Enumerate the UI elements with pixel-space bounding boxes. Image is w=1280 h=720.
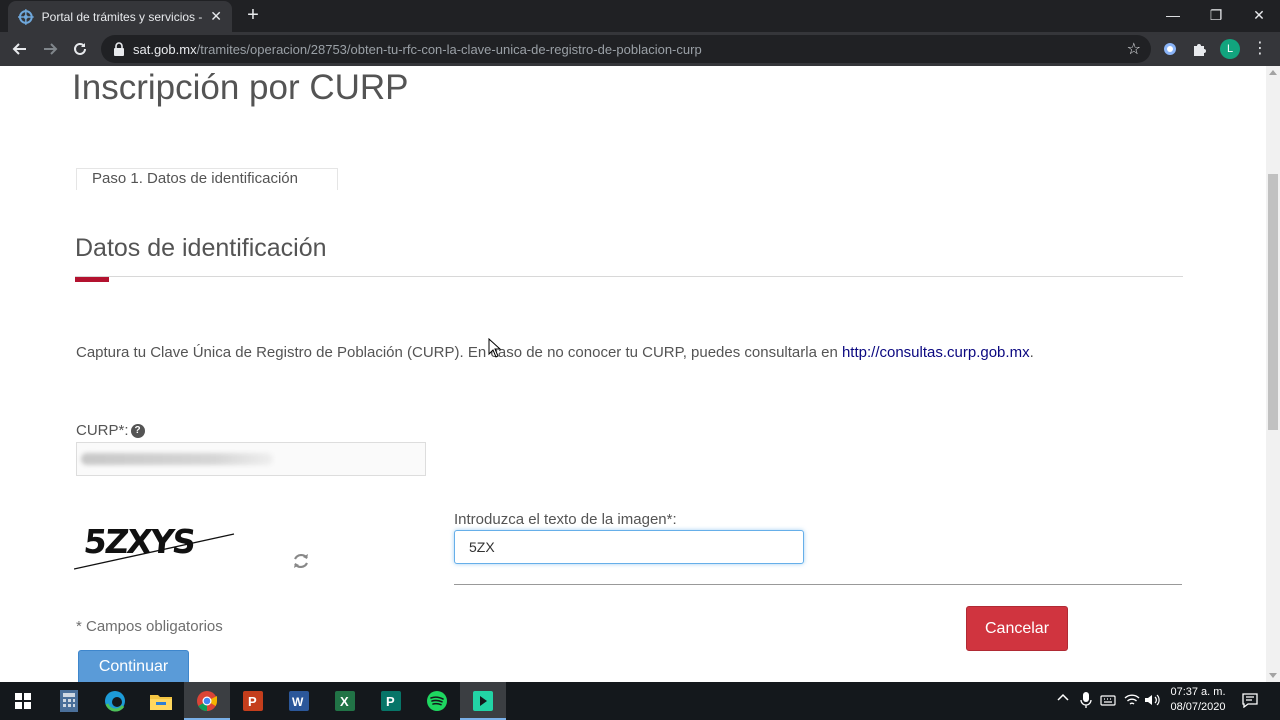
url-text: sat.gob.mx/tramites/operacion/28753/obte… [133, 42, 702, 57]
word-icon: W [289, 691, 309, 711]
captcha-refresh-icon[interactable] [290, 550, 312, 572]
windows-taskbar: P W X P 07:37 a. m. 08/07/2020 [0, 682, 1280, 720]
start-button[interactable] [0, 682, 46, 720]
svg-text:P: P [386, 694, 395, 709]
puzzle-icon [1194, 44, 1206, 56]
forward-button[interactable] [38, 37, 62, 61]
tab-title: Portal de trámites y servicios - SAT [41, 9, 203, 24]
section-title: Datos de identificación [75, 234, 327, 262]
help-icon[interactable]: ? [130, 423, 145, 438]
curp-label: CURP*: ? [76, 422, 145, 439]
captcha-strike-line [74, 533, 235, 570]
page-title: Inscripción por CURP [72, 68, 409, 107]
taskbar-excel[interactable]: X [322, 682, 368, 720]
clock-date: 08/07/2020 [1170, 701, 1226, 713]
clock-time: 07:37 a. m. [1170, 686, 1226, 698]
windows-logo-icon [15, 693, 31, 709]
lock-icon [114, 42, 124, 56]
scroll-down-arrow-icon[interactable] [1269, 673, 1277, 678]
intro-body: Captura tu Clave Única de Registro de Po… [76, 344, 842, 361]
tab-close-icon[interactable]: ✕ [208, 8, 224, 25]
intro-end: . [1029, 344, 1034, 361]
browser-tab-strip: Portal de trámites y servicios - SAT ✕ +… [0, 0, 1280, 32]
section-divider [75, 276, 1183, 277]
extension-button[interactable] [1160, 39, 1180, 59]
curp-lookup-link[interactable]: http://consultas.curp.gob.mx [842, 344, 1030, 361]
tray-notifications-icon[interactable] [1242, 692, 1258, 711]
sat-favicon-icon [18, 8, 34, 25]
app-icon [473, 691, 493, 711]
microphone-icon [1080, 692, 1092, 708]
taskbar-word[interactable]: W [276, 682, 322, 720]
browser-tab[interactable]: Portal de trámites y servicios - SAT ✕ [8, 1, 232, 32]
mouse-cursor-icon [488, 338, 501, 358]
profile-avatar[interactable]: L [1220, 39, 1240, 59]
tray-input-method-icon[interactable] [1100, 692, 1116, 711]
close-window-button[interactable]: ✕ [1237, 0, 1280, 30]
captcha-image: 5ZXYS [74, 516, 236, 572]
excel-icon: X [335, 691, 355, 711]
tray-chevron-up-icon[interactable] [1057, 692, 1069, 707]
spotify-icon [427, 691, 447, 711]
reload-button[interactable] [68, 37, 92, 61]
curp-redacted-value [81, 453, 273, 465]
tray-volume-icon[interactable] [1144, 692, 1160, 711]
taskbar-file-explorer[interactable] [138, 682, 184, 720]
notification-icon [1242, 693, 1258, 709]
file-explorer-icon [150, 695, 172, 710]
url-host: sat.gob.mx [133, 42, 197, 57]
svg-text:P: P [248, 694, 257, 709]
url-path: /tramites/operacion/28753/obten-tu-rfc-c… [196, 42, 702, 57]
arrow-right-icon [44, 43, 58, 55]
cancel-button[interactable]: Cancelar [966, 606, 1068, 651]
wifi-icon [1124, 694, 1140, 705]
menu-dots-icon[interactable]: ⋮ [1252, 39, 1268, 59]
bookmark-star-icon[interactable]: ☆ [1127, 39, 1141, 59]
taskbar-chrome[interactable] [184, 682, 230, 720]
publisher-icon: P [381, 691, 401, 711]
taskbar-calculator[interactable] [46, 682, 92, 720]
taskbar-clock[interactable]: 07:37 a. m. 08/07/2020 [1166, 685, 1230, 715]
chevron-up-icon [1057, 693, 1069, 701]
taskbar-publisher[interactable]: P [368, 682, 414, 720]
required-fields-note: * Campos obligatorios [76, 618, 223, 635]
powerpoint-icon: P [243, 691, 263, 711]
section-accent-bar [75, 277, 109, 282]
svg-text:W: W [292, 695, 304, 709]
keyboard-input-icon [1100, 695, 1116, 706]
taskbar-app[interactable] [460, 682, 506, 720]
tray-wifi-icon[interactable] [1124, 692, 1140, 711]
edge-icon [105, 691, 125, 712]
taskbar-spotify[interactable] [414, 682, 460, 720]
chrome-icon [197, 691, 218, 712]
extension-circle-icon [1164, 43, 1176, 55]
continue-button[interactable]: Continuar [78, 650, 189, 682]
taskbar-powerpoint[interactable]: P [230, 682, 276, 720]
new-tab-button[interactable]: + [243, 5, 263, 25]
page-scrollbar[interactable] [1266, 66, 1280, 682]
intro-text: Captura tu Clave Única de Registro de Po… [76, 344, 1034, 361]
address-bar[interactable]: sat.gob.mx/tramites/operacion/28753/obte… [101, 35, 1151, 63]
calculator-icon [60, 690, 78, 712]
svg-text:X: X [340, 694, 349, 709]
curp-input[interactable] [76, 442, 426, 476]
tray-microphone-icon[interactable] [1080, 692, 1092, 711]
arrow-left-icon [12, 43, 26, 55]
browser-toolbar: sat.gob.mx/tramites/operacion/28753/obte… [0, 32, 1280, 66]
curp-label-text: CURP*: [76, 422, 129, 439]
taskbar-edge[interactable] [92, 682, 138, 720]
restore-button[interactable]: ❐ [1194, 0, 1238, 30]
captcha-input[interactable] [454, 530, 804, 564]
extensions-menu-button[interactable] [1190, 39, 1210, 59]
back-button[interactable] [8, 37, 32, 61]
minimize-button[interactable]: — [1151, 0, 1195, 30]
captcha-field-label: Introduzca el texto de la imagen*: [454, 511, 677, 528]
scroll-thumb[interactable] [1268, 174, 1278, 430]
scroll-up-arrow-icon[interactable] [1269, 70, 1277, 75]
form-divider [454, 584, 1182, 585]
speaker-icon [1145, 694, 1160, 706]
tab-step-1[interactable]: Paso 1. Datos de identificación [76, 168, 338, 190]
page-content: Inscripción por CURP Paso 1. Datos de id… [0, 66, 1266, 682]
reload-icon [74, 42, 86, 55]
